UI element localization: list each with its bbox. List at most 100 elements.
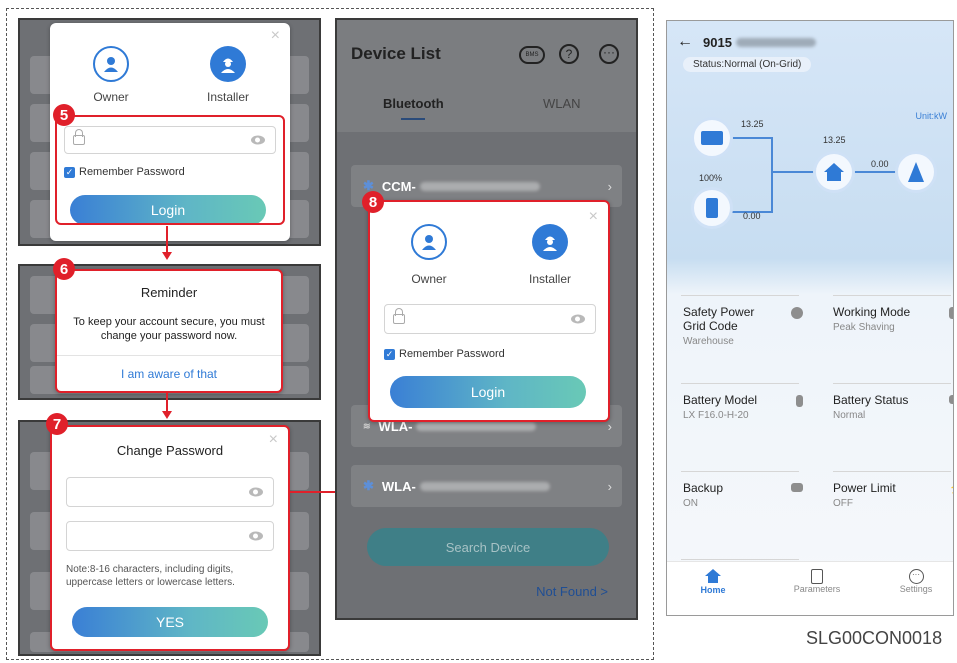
tab-active-underline [401, 118, 425, 120]
close-icon[interactable]: × [271, 27, 280, 45]
nav-parameters[interactable]: Parameters [787, 569, 847, 594]
cell-value: LX F16.0-H-20 [683, 410, 749, 421]
unit-label: Unit:kW [915, 111, 948, 121]
wlan-icon: ≋ [363, 420, 371, 431]
flow-line-pv [731, 137, 771, 139]
reminder-message: To keep your account secure, you must ch… [73, 316, 265, 342]
cell-value: Warehouse [683, 336, 734, 347]
layers-icon [949, 307, 953, 319]
owner-label: Owner [93, 90, 129, 104]
pv-panel-icon [691, 117, 733, 159]
help-icon[interactable]: ? [559, 44, 579, 64]
bms-cloud-icon[interactable]: BMS [519, 46, 545, 64]
grid-tower-icon [895, 151, 937, 193]
arrow-5-to-6 [166, 226, 168, 254]
eye-icon[interactable] [571, 314, 585, 324]
close-icon[interactable]: × [589, 208, 598, 226]
backup-cell[interactable]: Backup ON [683, 481, 803, 509]
aware-button[interactable]: I am aware of that [57, 367, 281, 381]
house-icon [813, 151, 855, 193]
step-badge-5: 5 [53, 104, 75, 126]
cell-title: Battery Model [683, 393, 758, 407]
safety-grid-code-cell[interactable]: Safety Power Grid Code Warehouse [683, 305, 803, 347]
cell-title: Backup [683, 481, 724, 495]
eye-icon[interactable] [249, 487, 263, 497]
chevron-right-icon: › [607, 418, 612, 434]
password-rule-note: Note:8-16 characters, including digits, … [66, 564, 235, 588]
new-password-input[interactable] [66, 477, 274, 507]
change-password-dialog: × Change Password Note:8-16 characters, … [50, 425, 290, 651]
installer-avatar-icon [210, 46, 246, 82]
more-icon[interactable]: ··· [599, 44, 619, 64]
not-found-link[interactable]: Not Found > [536, 584, 608, 599]
confirm-password-input[interactable] [66, 521, 274, 551]
overview-screen: ← 9015 Status:Normal (On-Grid) Unit:kW 1… [666, 20, 954, 616]
change-password-title: Change Password [116, 443, 224, 458]
working-mode-cell[interactable]: Working Mode Peak Shaving [833, 305, 953, 333]
shield-icon [791, 307, 803, 319]
power-limit-cell[interactable]: Power Limit OFF ⚡ [833, 481, 953, 509]
bluetooth-icon: ✱ [363, 478, 374, 493]
status-badge: Status:Normal (On-Grid) [683, 57, 812, 72]
battery-status-cell[interactable]: Battery Status Normal [833, 393, 953, 421]
arrow-6-to-7 [166, 393, 168, 413]
owner-avatar-icon [411, 224, 447, 260]
nav-home-label: Home [700, 585, 726, 595]
yes-button[interactable]: YES [72, 607, 268, 637]
pv-power-value: 13.25 [741, 119, 764, 129]
reminder-dialog: Reminder To keep your account secure, yo… [55, 269, 283, 393]
redacted-serial [419, 481, 550, 491]
grid-divider [833, 471, 951, 472]
device-name: WLA- [381, 478, 416, 494]
arrow-head [162, 252, 172, 260]
grid-divider [681, 471, 799, 472]
installer-label: Installer [528, 272, 572, 286]
grid-divider [681, 559, 799, 560]
flow-line-grid [851, 171, 897, 173]
serial-prefix: 9015 [703, 35, 732, 50]
remember-password-checkbox[interactable]: ✓ Remember Password [384, 348, 505, 360]
cell-value: Normal [833, 410, 866, 421]
power-limit-icon: ⚡ [949, 481, 953, 494]
nav-settings[interactable]: ··· Settings [891, 569, 941, 594]
redacted-serial [419, 181, 540, 191]
battery-small-icon [796, 395, 803, 407]
cell-value: OFF [833, 498, 853, 509]
cell-value: ON [683, 498, 698, 509]
grid-divider [681, 383, 799, 384]
step-badge-7: 7 [46, 413, 68, 435]
remember-password-label: Remember Password [399, 348, 505, 360]
redacted-serial [735, 38, 816, 47]
cell-title: Power Limit [833, 481, 896, 495]
back-arrow-icon[interactable]: ← [677, 33, 693, 51]
device-row[interactable]: ✱ WLA- › [351, 465, 622, 507]
grid-divider [833, 383, 951, 384]
grid-divider [833, 295, 951, 296]
battery-power-value: 0.00 [743, 211, 761, 221]
search-device-button[interactable]: Search Device [367, 528, 609, 566]
more-circle-icon: ··· [908, 569, 924, 584]
device-list-title: Device List [351, 44, 441, 63]
password-input[interactable] [384, 304, 596, 334]
figure-code: SLG00CON0018 [806, 628, 943, 648]
owner-option[interactable]: Owner [88, 46, 134, 104]
redacted-serial [416, 421, 537, 431]
flow-line-house [771, 171, 815, 173]
grid-divider [681, 295, 799, 296]
tab-wlan[interactable]: WLAN [543, 96, 581, 111]
tab-bluetooth[interactable]: Bluetooth [383, 96, 444, 111]
installer-option[interactable]: Installer [198, 46, 258, 104]
backup-icon [791, 483, 803, 492]
login-button[interactable]: Login [390, 376, 586, 408]
nav-home[interactable]: Home [693, 569, 733, 595]
owner-option[interactable]: Owner [405, 224, 453, 286]
device-list-header [337, 20, 636, 132]
nav-parameters-label: Parameters [793, 584, 841, 594]
installer-option[interactable]: Installer [520, 224, 580, 286]
battery-soc-value: 100% [699, 173, 723, 183]
battery-model-cell[interactable]: Battery Model LX F16.0-H-20 [683, 393, 803, 421]
installer-avatar-icon [532, 224, 568, 260]
eye-icon[interactable] [249, 531, 263, 541]
device-name: CCM- [381, 178, 416, 194]
step-badge-8: 8 [362, 191, 384, 213]
